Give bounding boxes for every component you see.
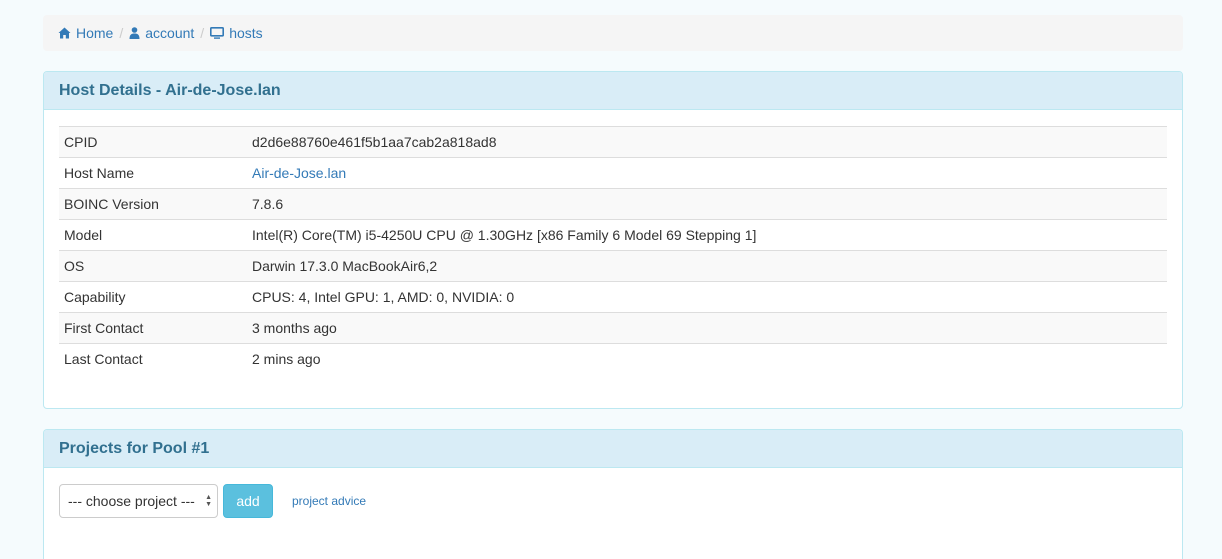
capability-value: CPUS: 4, Intel GPU: 1, AMD: 0, NVIDIA: 0 [247, 281, 1167, 313]
cpid-label: CPID [59, 126, 247, 158]
breadcrumb-account-link[interactable]: account [129, 25, 194, 41]
table-row: Host Name Air-de-Jose.lan [59, 157, 1167, 189]
user-icon [129, 27, 140, 39]
breadcrumb-hosts-label: hosts [229, 25, 263, 41]
first-contact-label: First Contact [59, 312, 247, 344]
host-name-cell: Air-de-Jose.lan [247, 157, 1167, 189]
table-row: CPID d2d6e88760e461f5b1aa7cab2a818ad8 [59, 126, 1167, 158]
home-icon [58, 27, 71, 39]
monitor-icon [210, 27, 225, 39]
first-contact-value: 3 months ago [247, 312, 1167, 344]
boinc-version-value: 7.8.6 [247, 188, 1167, 220]
host-details-title: Host Details - Air-de-Jose.lan [44, 72, 1182, 110]
table-row: Model Intel(R) Core(TM) i5-4250U CPU @ 1… [59, 219, 1167, 251]
os-value: Darwin 17.3.0 MacBookAir6,2 [247, 250, 1167, 282]
boinc-version-label: BOINC Version [59, 188, 247, 220]
host-details-panel: Host Details - Air-de-Jose.lan CPID d2d6… [43, 71, 1183, 409]
projects-panel: Projects for Pool #1 --- choose project … [43, 429, 1183, 559]
model-value: Intel(R) Core(TM) i5-4250U CPU @ 1.30GHz… [247, 219, 1167, 251]
last-contact-value: 2 mins ago [247, 343, 1167, 375]
project-select[interactable]: --- choose project --- ▲ ▼ [59, 484, 218, 518]
project-advice-link[interactable]: project advice [292, 494, 366, 508]
host-name-link[interactable]: Air-de-Jose.lan [252, 165, 346, 181]
breadcrumb-separator: / [200, 25, 205, 41]
breadcrumb-account-label: account [145, 25, 195, 41]
breadcrumb-home-link[interactable]: Home [58, 25, 113, 41]
table-row: OS Darwin 17.3.0 MacBookAir6,2 [59, 250, 1167, 282]
table-row: First Contact 3 months ago [59, 312, 1167, 344]
breadcrumb-hosts-link[interactable]: hosts [210, 25, 263, 41]
os-label: OS [59, 250, 247, 282]
add-project-button[interactable]: add [223, 484, 273, 518]
table-row: Capability CPUS: 4, Intel GPU: 1, AMD: 0… [59, 281, 1167, 313]
capability-label: Capability [59, 281, 247, 313]
model-label: Model [59, 219, 247, 251]
cpid-value: d2d6e88760e461f5b1aa7cab2a818ad8 [247, 126, 1167, 158]
table-row: BOINC Version 7.8.6 [59, 188, 1167, 220]
table-row: Last Contact 2 mins ago [59, 343, 1167, 375]
project-add-form: --- choose project --- ▲ ▼ add project ad… [59, 484, 366, 518]
host-details-table: CPID d2d6e88760e461f5b1aa7cab2a818ad8 Ho… [59, 126, 1167, 375]
projects-title: Projects for Pool #1 [44, 430, 1182, 468]
breadcrumb-home-label: Home [76, 25, 114, 41]
host-name-label: Host Name [59, 157, 247, 189]
project-select-value: --- choose project --- [68, 493, 195, 509]
breadcrumb-separator: / [119, 25, 124, 41]
last-contact-label: Last Contact [59, 343, 247, 375]
select-arrows-icon: ▲ ▼ [205, 494, 212, 508]
breadcrumb: Home / account / hosts [43, 15, 1183, 51]
